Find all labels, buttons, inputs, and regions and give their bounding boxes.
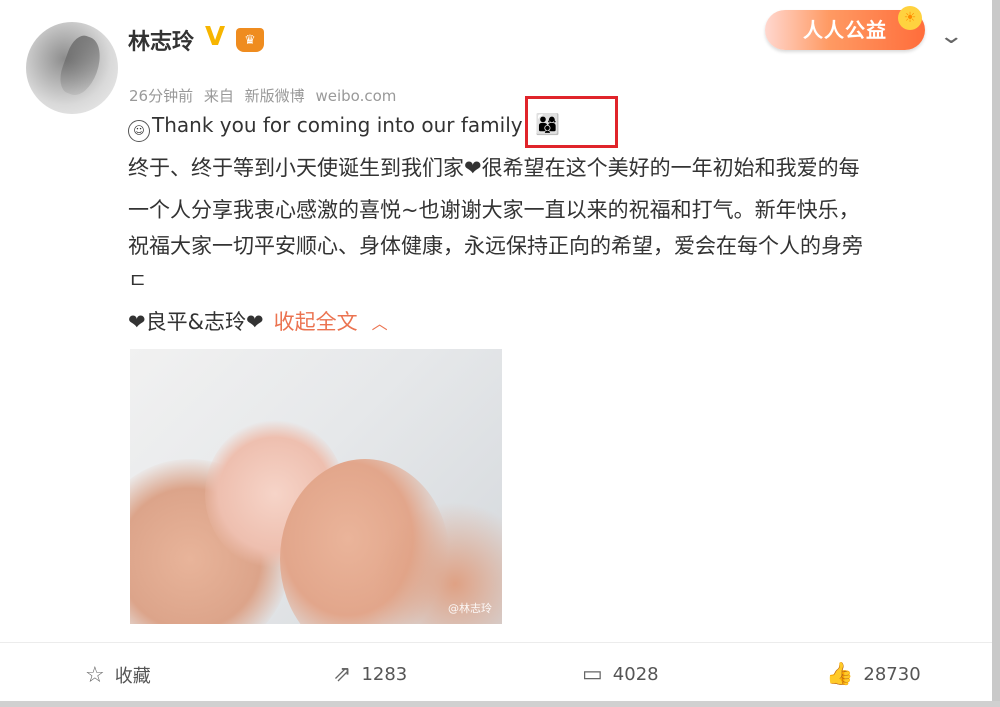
source-prefix: 来自 bbox=[203, 87, 234, 105]
share-icon: ⇗ bbox=[333, 662, 352, 687]
comment-button[interactable]: ▭ 4028 bbox=[582, 662, 659, 687]
avatar[interactable] bbox=[26, 22, 118, 114]
post-meta: 26分钟前 来自 新版微博 weibo.com bbox=[129, 85, 402, 106]
signature-text: ❤良平&志玲❤ bbox=[128, 310, 264, 334]
post-source[interactable]: 新版微博 bbox=[245, 87, 305, 105]
post-image[interactable]: @林志玲 bbox=[130, 349, 502, 624]
post-signature: ❤良平&志玲❤ 收起全文 ︿ bbox=[128, 306, 388, 336]
repost-count: 1283 bbox=[361, 664, 408, 685]
smiley-icon: ☺ bbox=[128, 120, 150, 142]
source-domain: weibo.com bbox=[315, 87, 397, 105]
post-first-line: ☺ Thank you for coming into our family bbox=[128, 113, 523, 142]
comment-icon: ▭ bbox=[582, 662, 603, 687]
post-body-line-1: 终于、终于等到小天使诞生到我们家❤很希望在这个美好的一年初始和我爱的每 bbox=[128, 156, 860, 180]
chevron-down-icon[interactable]: ⌄ bbox=[938, 24, 964, 49]
image-watermark: @林志玲 bbox=[448, 602, 492, 615]
post-first-line-text: Thank you for coming into our family bbox=[152, 113, 523, 137]
bottom-edge-shadow bbox=[0, 701, 1000, 707]
chevron-up-icon[interactable]: ︿ bbox=[372, 314, 388, 333]
thumbs-up-icon: 👍 bbox=[826, 662, 854, 687]
right-edge-shadow bbox=[992, 0, 1000, 707]
family-emoji-icon: 👨‍👩‍👦 bbox=[535, 112, 562, 136]
comment-count: 4028 bbox=[612, 664, 659, 685]
post-body-line-3: 祝福大家一切平安顺心、身体健康，永远保持正向的希望，爱会在每个人的身旁 bbox=[128, 234, 863, 258]
post-body-line-4: ㄷ bbox=[128, 269, 148, 293]
verified-badge-icon: V bbox=[205, 22, 226, 52]
favorite-label: 收藏 bbox=[114, 666, 151, 687]
collapse-link[interactable]: 收起全文 bbox=[274, 310, 358, 334]
username[interactable]: 林志玲 bbox=[128, 24, 194, 56]
crown-icon: ♛ bbox=[236, 28, 264, 52]
star-icon: ☆ bbox=[85, 662, 105, 688]
favorite-button[interactable]: ☆ 收藏 bbox=[85, 662, 151, 688]
post-time[interactable]: 26分钟前 bbox=[129, 87, 193, 105]
action-divider bbox=[0, 642, 992, 643]
repost-button[interactable]: ⇗ 1283 bbox=[333, 662, 407, 687]
post-body-line-2: 一个人分享我衷心感激的喜悦~也谢谢大家一直以来的祝福和打气。新年快乐， bbox=[128, 198, 860, 222]
sun-icon: ☀ bbox=[898, 6, 922, 30]
like-count: 28730 bbox=[863, 664, 921, 685]
like-button[interactable]: 👍 28730 bbox=[826, 662, 921, 687]
